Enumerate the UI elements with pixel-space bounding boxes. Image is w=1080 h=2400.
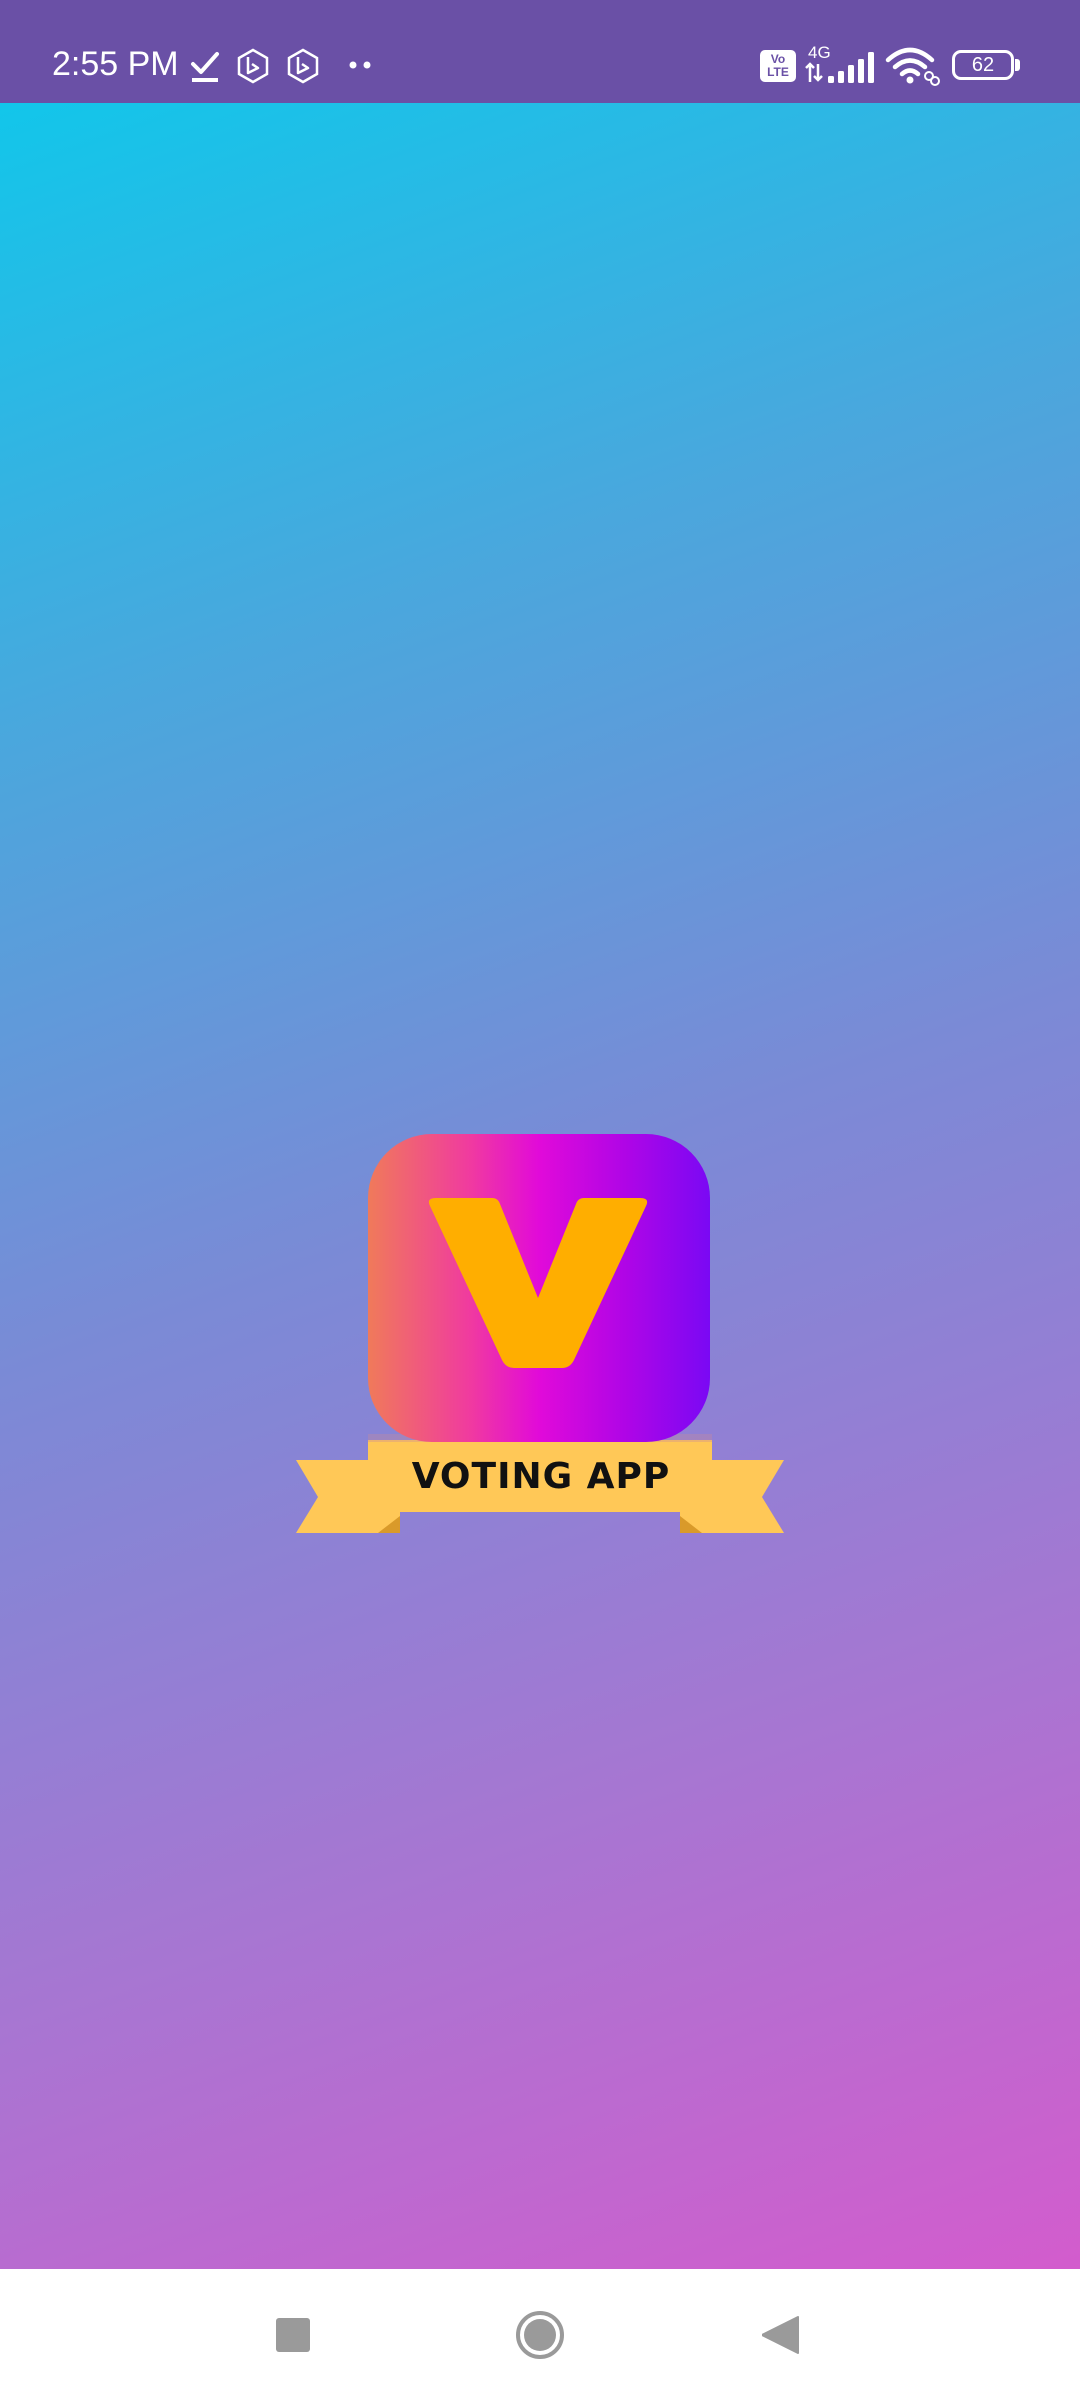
check-download-icon <box>191 52 219 82</box>
more-dots-icon <box>349 61 371 69</box>
wifi-icon <box>885 47 940 86</box>
bing-icon <box>287 48 319 84</box>
bing-icon <box>237 48 269 84</box>
status-bar: 2:55 PM Vo LTE 4G 62 <box>0 0 1080 103</box>
battery-icon: 62 <box>952 50 1014 80</box>
recents-square-icon[interactable] <box>276 2318 310 2352</box>
status-time: 2:55 PM <box>52 45 179 83</box>
back-triangle-icon[interactable] <box>762 2315 800 2355</box>
home-circle-icon[interactable] <box>515 2310 565 2360</box>
splash-background: VOTING APP <box>0 103 1080 2269</box>
splash-screen: 2:55 PM Vo LTE 4G 62 VOTING APP <box>0 0 1080 2400</box>
signal-icon <box>805 52 874 83</box>
battery-tip <box>1015 59 1020 71</box>
v-letter-icon <box>428 1198 648 1368</box>
navigation-bar <box>0 2269 1080 2400</box>
battery-level: 62 <box>971 54 995 76</box>
app-logo: VOTING APP <box>290 1130 790 1540</box>
volte-line2: LTE <box>767 65 789 79</box>
logo-tile <box>368 1134 710 1442</box>
app-name-label: VOTING APP <box>411 1456 671 1497</box>
volte-icon: Vo LTE <box>760 50 796 82</box>
